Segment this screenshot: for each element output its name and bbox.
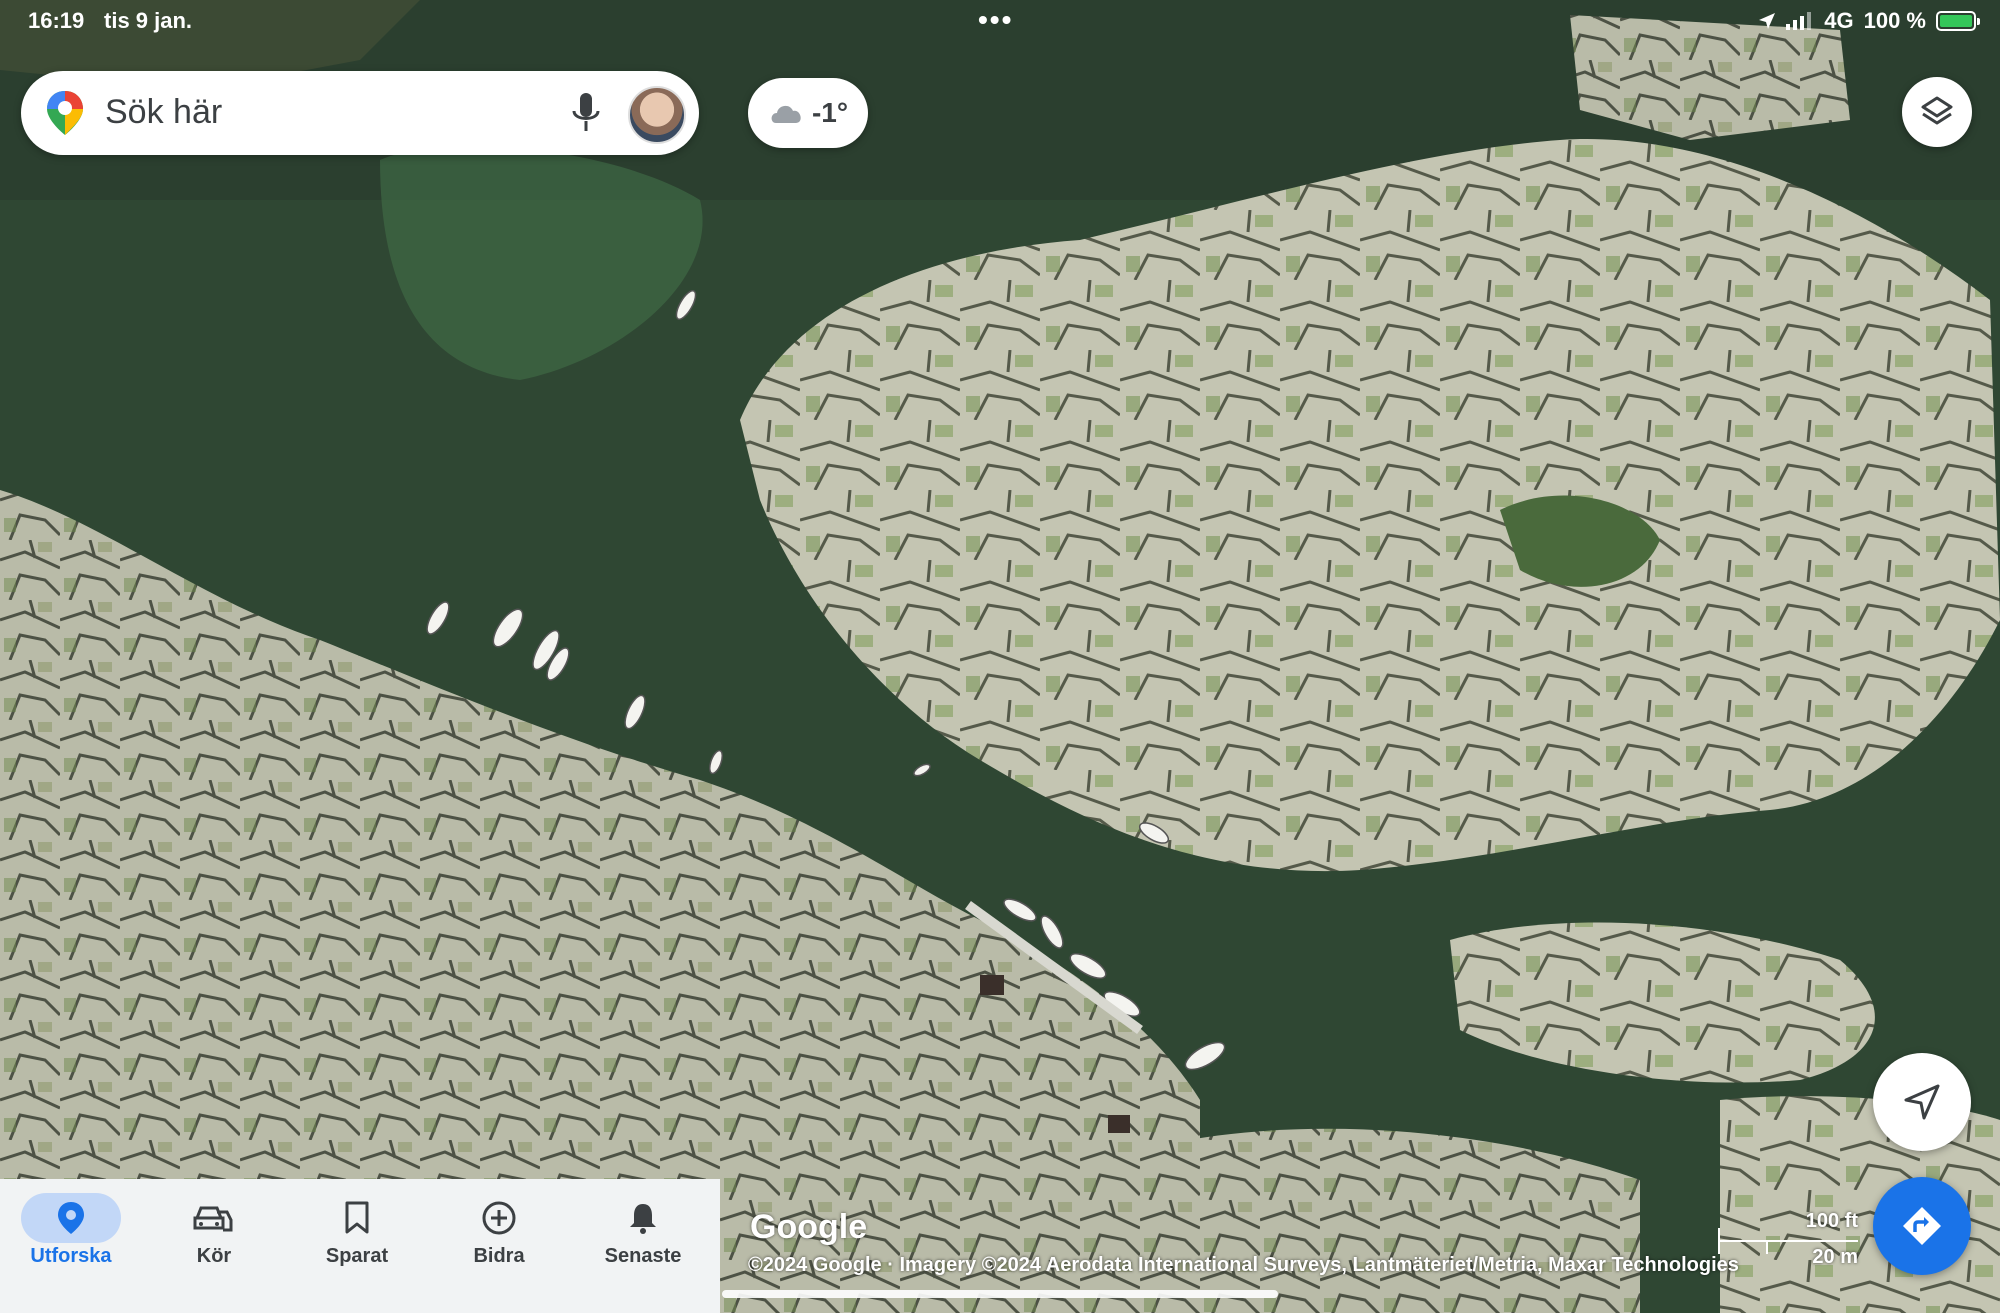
nav-item-updates[interactable]: Senaste xyxy=(573,1179,713,1313)
nav-icon-wrap xyxy=(164,1193,264,1243)
layers-button[interactable] xyxy=(1902,77,1972,147)
bottom-navigation: Utforska Kör Sparat Bidra Senaste xyxy=(0,1179,720,1313)
nav-icon-wrap xyxy=(21,1193,121,1243)
satellite-map[interactable] xyxy=(0,0,2000,1313)
nav-item-explore[interactable]: Utforska xyxy=(1,1179,141,1313)
maps-pin-icon xyxy=(47,91,83,135)
car-icon xyxy=(193,1206,233,1232)
navigation-arrow-icon xyxy=(1904,1084,1940,1120)
plus-circle-icon xyxy=(482,1201,516,1235)
home-indicator[interactable] xyxy=(722,1290,1278,1298)
microphone-icon[interactable] xyxy=(571,91,601,135)
search-input[interactable]: Sök här xyxy=(105,93,222,132)
nav-label: Utforska xyxy=(30,1245,112,1267)
nav-icon-wrap xyxy=(449,1193,549,1243)
map-attribution[interactable]: ©2024 Google · Imagery ©2024 Aerodata In… xyxy=(748,1254,1739,1277)
layers-icon xyxy=(1921,96,1953,125)
nav-label: Senaste xyxy=(604,1245,682,1267)
my-location-button[interactable] xyxy=(1873,1053,1971,1151)
network-type: 4G xyxy=(1824,8,1854,33)
battery-percent: 100 % xyxy=(1863,8,1926,33)
signal-icon xyxy=(1786,12,1812,30)
nav-icon-wrap xyxy=(307,1193,407,1243)
nav-item-drive[interactable]: Kör xyxy=(144,1179,284,1313)
status-date: tis 9 jan. xyxy=(104,8,193,33)
location-pin-icon xyxy=(58,1202,84,1234)
google-logo: Google xyxy=(750,1208,868,1246)
location-arrow-icon xyxy=(1759,13,1776,29)
search-bar[interactable]: Sök här xyxy=(21,71,699,155)
cloud-icon xyxy=(771,105,801,123)
directions-icon xyxy=(1903,1207,1941,1245)
nav-icon-wrap xyxy=(593,1193,693,1243)
multitasking-dots[interactable]: ••• xyxy=(978,4,1013,36)
scale-bar: 100 ft 20 m xyxy=(1718,1210,1858,1270)
status-bar: 16:19 tis 9 jan. ••• 4G 100 % xyxy=(0,4,2000,48)
nav-item-saved[interactable]: Sparat xyxy=(287,1179,427,1313)
battery-icon xyxy=(1936,11,1980,31)
nav-label: Bidra xyxy=(473,1245,525,1267)
status-time: 16:19 xyxy=(28,8,85,33)
bell-icon xyxy=(630,1204,656,1234)
nav-label: Kör xyxy=(196,1245,232,1267)
directions-button[interactable] xyxy=(1873,1177,1971,1275)
nav-item-contribute[interactable]: Bidra xyxy=(429,1179,569,1313)
scale-ft: 100 ft xyxy=(1805,1210,1858,1232)
bookmark-icon xyxy=(345,1201,369,1234)
weather-temperature: -1° xyxy=(811,97,849,128)
scale-m: 20 m xyxy=(1812,1246,1858,1268)
weather-chip[interactable]: -1° xyxy=(748,78,868,148)
status-right: 4G 100 % xyxy=(1758,8,1980,34)
avatar[interactable] xyxy=(628,86,686,144)
nav-label: Sparat xyxy=(325,1245,389,1267)
